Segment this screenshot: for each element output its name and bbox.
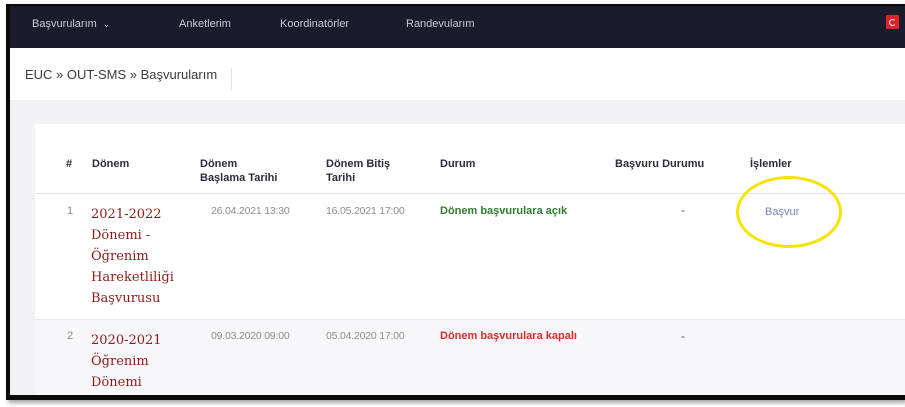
header-end-line1: Dönem Bitiş: [326, 158, 391, 170]
period-line: 2020-2021: [91, 333, 162, 348]
row-status-open: Dönem başvurulara açık: [440, 205, 568, 217]
row-number: 1: [67, 205, 74, 217]
period-line: Öğrenim: [91, 354, 149, 369]
highlight-circle: [736, 176, 842, 248]
row-application-status: -: [681, 329, 685, 343]
row-end-date: 16.05.2021 17:00: [326, 205, 405, 217]
nav-item-anketlerim[interactable]: Anketlerim: [179, 18, 231, 30]
nav-item-basvurularim[interactable]: Başvurularım ⌄: [32, 18, 110, 30]
header-number: #: [66, 158, 73, 170]
header-start-line1: Dönem: [200, 158, 238, 170]
header-start-line2: Başlama Tarihi: [200, 172, 278, 184]
row-period: 2020-2021 Öğrenim Dönemi: [91, 330, 201, 393]
app-window: Başvurularım ⌄ Anketlerim Koordinatörler …: [6, 4, 905, 400]
header-status: Durum: [440, 158, 476, 170]
breadcrumb-bar: EUC » OUT-SMS » Başvurularım: [10, 48, 905, 100]
header-period: Dönem: [92, 158, 130, 170]
header-actions: İşlemler: [750, 158, 792, 170]
row-period: 2021-2022 Dönemi - Öğrenim Hareketliliği…: [91, 204, 201, 309]
breadcrumb: EUC » OUT-SMS » Başvurularım: [25, 68, 233, 90]
header-start-date: Dönem Başlama Tarihi: [200, 157, 277, 185]
row-end-date: 05.04.2020 17:00: [326, 330, 405, 342]
row-application-status: -: [681, 203, 685, 217]
turkish-flag-icon[interactable]: [886, 15, 899, 29]
period-line: Başvurusu: [91, 291, 161, 306]
period-line: Öğrenim: [91, 249, 149, 264]
period-line: Hareketliliği: [91, 270, 174, 285]
chevron-down-icon: ⌄: [102, 19, 111, 29]
header-end-line2: Tarihi: [326, 172, 356, 184]
nav-item-koordinatorler[interactable]: Koordinatörler: [280, 18, 349, 30]
header-end-date: Dönem Bitiş Tarihi: [326, 157, 390, 185]
row-status-closed: Dönem başvurulara kapalı: [440, 330, 577, 342]
period-line: Dönemi: [91, 375, 142, 390]
applications-table-card: # Dönem Dönem Başlama Tarihi Dönem Bitiş…: [35, 124, 905, 395]
row-start-date: 09.03.2020 09:00: [211, 330, 290, 342]
period-line: 2021-2022: [91, 207, 162, 222]
row-start-date: 26.04.2021 13:30: [211, 205, 290, 217]
nav-item-label: Başvurularım: [32, 18, 97, 30]
top-navbar: Başvurularım ⌄ Anketlerim Koordinatörler …: [10, 6, 905, 48]
row-number: 2: [67, 330, 74, 342]
header-application-status: Başvuru Durumu: [615, 158, 705, 170]
period-line: Dönemi -: [91, 228, 151, 243]
nav-item-randevularim[interactable]: Randevularım: [406, 18, 474, 30]
